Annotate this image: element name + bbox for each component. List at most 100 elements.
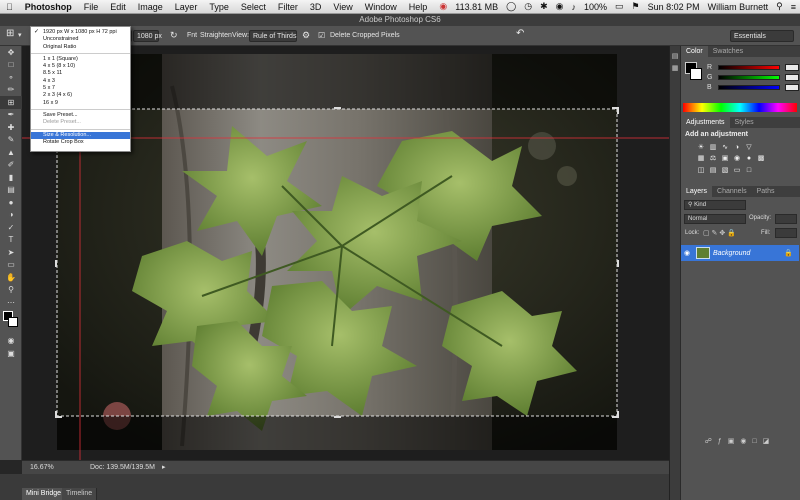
tab-color[interactable]: Color — [681, 46, 708, 57]
view-select[interactable]: Rule of Thirds — [249, 30, 297, 42]
curves-adjust-icon[interactable]: ∿ — [720, 142, 730, 151]
channel-mixer-adjust-icon[interactable]: ● — [744, 154, 754, 163]
layer-name[interactable]: Background — [713, 250, 750, 257]
path-select-icon[interactable]: ➤ — [0, 246, 22, 259]
tab-timeline[interactable]: Timeline — [62, 488, 98, 500]
crop-tool-icon[interactable]: ⊞ — [0, 96, 22, 109]
bw-adjust-icon[interactable]: ▣ — [720, 154, 730, 163]
clock-readout[interactable]: Sun 8:02 PM — [644, 2, 704, 12]
blue-slider[interactable] — [717, 84, 780, 90]
reset-icon[interactable]: ↶ — [516, 28, 524, 40]
menu-layer[interactable]: Layer — [169, 2, 204, 12]
history-brush-icon[interactable]: ✐ — [0, 159, 22, 172]
battery-icon[interactable]: ▭ — [611, 1, 628, 12]
volume-icon[interactable]: ♪ — [567, 2, 580, 12]
clone-stamp-icon[interactable]: ▲ — [0, 146, 22, 159]
quick-mask-icon[interactable]: ◉ — [0, 335, 22, 348]
tool-preset-arrow-icon[interactable]: ▾ — [18, 30, 22, 42]
preset-item-1[interactable]: Unconstrained — [31, 36, 130, 43]
photo-filter-adjust-icon[interactable]: ◉ — [732, 154, 742, 163]
gradient-tool-icon[interactable]: ▤ — [0, 184, 22, 197]
preset-item-7[interactable]: 4 x 3 — [31, 78, 130, 85]
zoom-tool-icon[interactable]: ⚲ — [0, 284, 22, 297]
filter-kind-select[interactable]: ⚲ Kind — [684, 200, 746, 210]
red-value[interactable] — [785, 63, 800, 71]
preset-item-16[interactable]: Rotate Crop Box — [31, 139, 130, 146]
opacity-field[interactable] — [775, 214, 797, 224]
tab-swatches[interactable]: Swatches — [708, 46, 748, 57]
preset-item-5[interactable]: 4 x 5 (8 x 10) — [31, 63, 130, 70]
lasso-tool-icon[interactable]: ⚬ — [0, 71, 22, 84]
tab-channels[interactable]: Channels — [712, 186, 752, 197]
pen-tool-icon[interactable]: ✓ — [0, 221, 22, 234]
levels-adjust-icon[interactable]: ▥ — [708, 142, 718, 151]
menu-file[interactable]: File — [78, 2, 105, 12]
preset-item-4[interactable]: 1 x 1 (Square) — [31, 56, 130, 63]
menu-window[interactable]: Window — [359, 2, 403, 12]
blue-value[interactable] — [784, 83, 799, 91]
extra-tools-icon[interactable]: ⋯ — [0, 296, 22, 309]
color-ramp[interactable] — [683, 103, 797, 112]
color-lookup-adjust-icon[interactable]: ▩ — [756, 154, 766, 163]
preset-item-15[interactable]: Size & Resolution... — [31, 131, 130, 139]
visibility-eye-icon[interactable]: ◉ — [681, 249, 693, 257]
spotlight-icon[interactable]: ⚲ — [772, 1, 787, 12]
doc-size[interactable]: Doc: 139.5M/139.5M — [90, 464, 155, 471]
hue-sat-adjust-icon[interactable]: ▦ — [696, 154, 706, 163]
menu-filter[interactable]: Filter — [272, 2, 304, 12]
input-flag-icon[interactable]: ⚑ — [628, 1, 644, 12]
clear-rotate-icon[interactable]: ↻ — [170, 29, 178, 41]
memory-icon[interactable]: ◉ — [435, 1, 451, 12]
blend-mode-select[interactable]: Normal — [684, 214, 746, 224]
blur-tool-icon[interactable]: ● — [0, 196, 22, 209]
preset-item-9[interactable]: 2 x 3 (4 x 6) — [31, 92, 130, 99]
marquee-tool-icon[interactable]: □ — [0, 59, 22, 72]
notifications-icon[interactable]: ≡ — [787, 2, 800, 12]
red-slider[interactable] — [718, 64, 781, 70]
menulet-icon[interactable]: ◯ — [502, 1, 520, 12]
threshold-adjust-icon[interactable]: ▧ — [720, 165, 730, 174]
crop-tool-icon[interactable]: ⊞ — [6, 28, 14, 40]
invert-adjust-icon[interactable]: ◫ — [696, 165, 706, 174]
quick-select-tool-icon[interactable]: ✏ — [0, 84, 22, 97]
preset-item-12[interactable]: Save Preset... — [31, 112, 130, 119]
eyedropper-tool-icon[interactable]: ✒ — [0, 109, 22, 122]
layer-row-background[interactable]: ◉ Background 🔒 — [681, 245, 799, 261]
preset-item-6[interactable]: 8.5 x 11 — [31, 70, 130, 77]
background-color-icon[interactable] — [8, 316, 18, 327]
color-swatches[interactable] — [0, 309, 22, 335]
dodge-tool-icon[interactable]: ◑ — [0, 209, 22, 222]
menu-3d[interactable]: 3D — [304, 2, 328, 12]
app-menu[interactable]: Photoshop — [19, 2, 78, 12]
clock-icon[interactable]: ◷ — [520, 1, 536, 12]
screen-mode-icon[interactable]: ▣ — [0, 347, 22, 360]
lock-icons[interactable]: ▢ ✎ ✥ 🔒 — [703, 229, 736, 237]
height-field[interactable]: 1080 px — [133, 30, 162, 42]
tab-paths[interactable]: Paths — [752, 186, 780, 197]
menu-type[interactable]: Type — [203, 2, 235, 12]
fill-field[interactable] — [775, 228, 797, 238]
menu-select[interactable]: Select — [235, 2, 272, 12]
apple-icon[interactable]:  — [0, 2, 19, 12]
preset-item-10[interactable]: 16 x 9 — [31, 100, 130, 107]
gradient-map-adjust-icon[interactable]: ▭ — [732, 165, 742, 174]
hand-tool-icon[interactable]: ✋ — [0, 271, 22, 284]
crop-settings-icon[interactable]: ⚙ — [302, 29, 310, 41]
preset-item-8[interactable]: 5 x 7 — [31, 85, 130, 92]
green-slider[interactable] — [718, 74, 781, 80]
front-image-button[interactable]: Fnt — [187, 30, 197, 42]
menu-edit[interactable]: Edit — [104, 2, 132, 12]
brush-tool-icon[interactable]: ✎ — [0, 134, 22, 147]
layers-footer-icons[interactable]: ☍ƒ▣◉□◪ — [681, 437, 799, 447]
battery-readout[interactable]: 100% — [580, 2, 611, 12]
tab-mini-bridge[interactable]: Mini Bridge — [22, 488, 67, 500]
selective-color-adjust-icon[interactable]: □ — [744, 166, 754, 175]
zoom-level[interactable]: 16.67% — [30, 464, 54, 471]
menu-help[interactable]: Help — [403, 2, 434, 12]
menu-image[interactable]: Image — [132, 2, 169, 12]
tab-styles[interactable]: Styles — [730, 117, 759, 128]
preset-item-0[interactable]: 1920 px W x 1080 px H 72 ppi — [31, 29, 130, 37]
workspace-select[interactable]: Essentials — [730, 30, 794, 42]
vibrance-adjust-icon[interactable]: ▽ — [744, 142, 754, 151]
history-panel-icon[interactable]: ▤ — [670, 52, 680, 60]
